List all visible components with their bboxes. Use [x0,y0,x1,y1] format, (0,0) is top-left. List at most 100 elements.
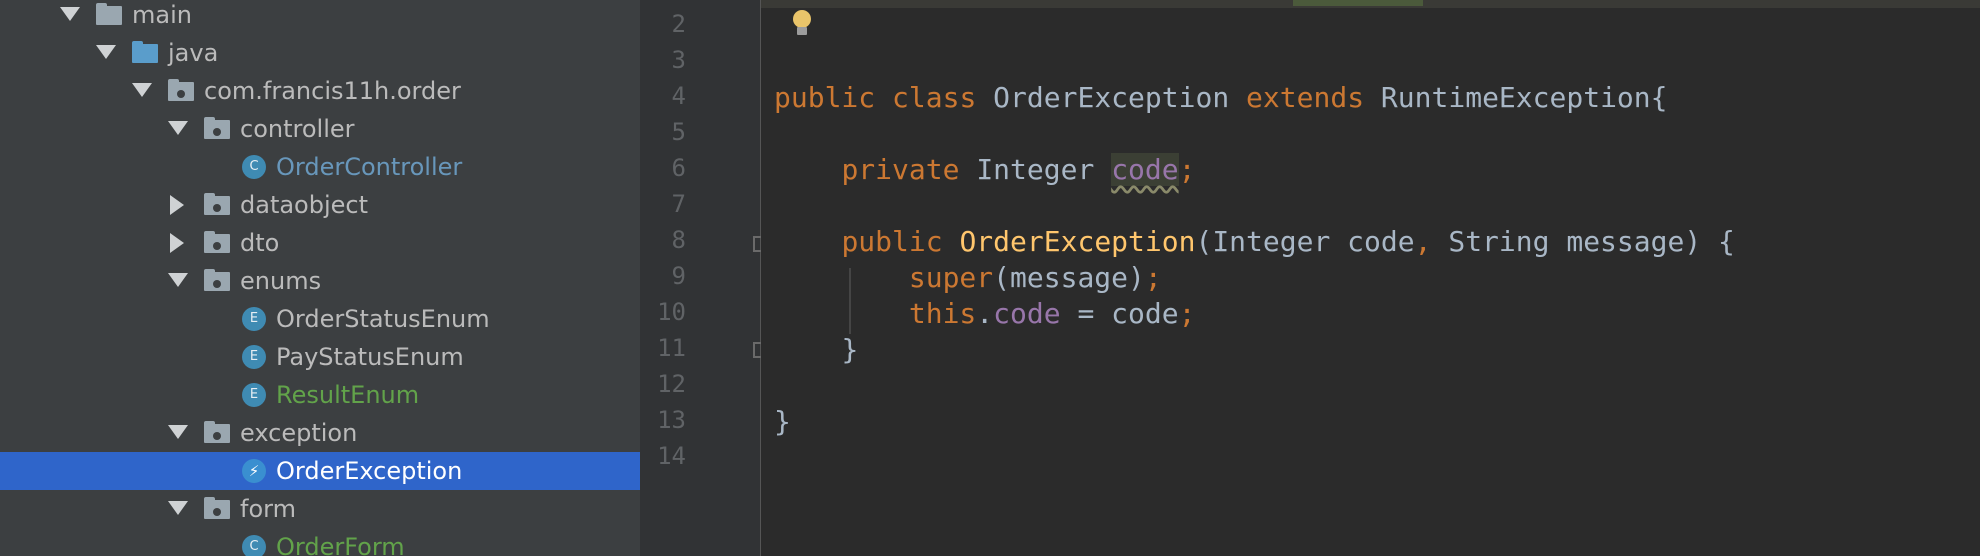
tree-item-ordercontroller[interactable]: C OrderController [0,148,640,186]
tree-item-controller[interactable]: controller [0,110,640,148]
tree-item-dataobject[interactable]: dataobject [0,186,640,224]
semicolon: ; [1144,261,1162,294]
tree-item-label: main [132,1,192,29]
tree-item-label: PayStatusEnum [276,343,464,371]
line-number: 5 [671,118,686,146]
keyword-public: public [774,81,876,114]
package-icon [204,231,232,255]
chevron-right-icon[interactable] [166,224,190,262]
code-line-11: } [774,332,858,368]
package-icon [204,421,232,445]
line-number: 8 [671,226,686,254]
tree-item-label: java [168,39,219,67]
tree-item-resultenum[interactable]: E ResultEnum [0,376,640,414]
line-number: 9 [671,262,686,290]
tree-item-label: OrderException [276,457,463,485]
tree-item-label: OrderStatusEnum [276,305,490,333]
keyword-extends: extends [1246,81,1365,114]
folder-icon [96,3,124,27]
constructor-name: OrderException [959,225,1196,258]
dot: . [976,297,994,330]
enum-icon: E [242,383,266,407]
package-icon [168,79,196,103]
closing-brace: } [841,333,859,366]
keyword-this: this [908,297,977,330]
code-line-9: super(message); [774,260,1162,296]
line-number: 12 [657,370,686,398]
previous-line-highlight [1293,0,1423,6]
chevron-down-icon[interactable] [166,490,190,528]
tree-item-label: OrderController [276,153,463,181]
enum-icon: E [242,345,266,369]
line-number: 7 [671,190,686,218]
tree-item-label: OrderForm [276,533,405,556]
tree-item-label: dto [240,229,280,257]
tree-item-paystatusenum[interactable]: E PayStatusEnum [0,338,640,376]
line-number: 4 [671,82,686,110]
chevron-down-icon[interactable] [58,0,82,34]
tree-item-package-root[interactable]: com.francis11h.order [0,72,640,110]
exception-class-icon: ⚡ [242,459,266,483]
chevron-down-icon[interactable] [166,110,190,148]
tree-item-label: form [240,495,296,523]
package-icon [204,497,232,521]
tree-item-orderform[interactable]: C OrderForm [0,528,640,556]
line-number: 2 [671,10,686,38]
tree-item-dto[interactable]: dto [0,224,640,262]
code-line-6: private Integer code; [774,152,1195,188]
tree-item-orderstatusenum[interactable]: E OrderStatusEnum [0,300,640,338]
project-tree: main java com.francis11h.order controlle… [0,0,640,556]
chevron-down-icon[interactable] [166,414,190,452]
tree-item-label: controller [240,115,355,143]
field-code: code [993,297,1061,330]
assignment: = code [1060,297,1179,330]
line-number: 11 [657,334,686,362]
tree-item-label: dataobject [240,191,369,219]
keyword-class: class [892,81,977,114]
package-icon [204,193,232,217]
semicolon: ; [1178,297,1196,330]
chevron-down-icon[interactable] [94,34,118,72]
keyword-private: private [841,153,960,186]
source-folder-icon [132,41,160,65]
line-number: 10 [657,298,686,326]
code-editor[interactable]: public class OrderException extends Runt… [761,0,1980,556]
tree-item-main[interactable]: main [0,0,640,34]
code-line-4: public class OrderException extends Runt… [774,80,1668,116]
keyword-public: public [841,225,943,258]
chevron-down-icon[interactable] [166,262,190,300]
superclass-name: RuntimeException{ [1380,81,1668,114]
params-part: String message) { [1431,225,1735,258]
enum-icon: E [242,307,266,331]
code-line-8: public OrderException(Integer code, Stri… [774,224,1735,260]
tree-item-label: ResultEnum [276,381,420,409]
class-icon: C [242,535,266,556]
type-name: Integer [976,153,1095,186]
line-number: 6 [671,154,686,182]
tree-item-orderexception[interactable]: ⚡ OrderException [0,452,640,490]
tree-item-java[interactable]: java [0,34,640,72]
code-line-10: this.code = code; [774,296,1196,332]
package-icon [204,117,232,141]
field-code[interactable]: code [1111,153,1179,186]
params-part: (Integer code [1195,225,1415,258]
tree-item-label: enums [240,267,322,295]
chevron-right-icon[interactable] [166,186,190,224]
tree-item-exception[interactable]: exception [0,414,640,452]
keyword-super: super [908,261,994,294]
line-number: 13 [657,406,686,434]
line-number: 3 [671,46,686,74]
semicolon: ; [1178,153,1196,186]
tree-item-label: com.francis11h.order [204,77,461,105]
class-name: OrderException [993,81,1230,114]
tree-item-label: exception [240,419,358,447]
call-args: (message) [993,261,1145,294]
closing-brace: } [774,405,791,438]
tree-item-enums[interactable]: enums [0,262,640,300]
tree-item-form[interactable]: form [0,490,640,528]
chevron-down-icon[interactable] [130,72,154,110]
comma: , [1414,225,1432,258]
package-icon [204,269,232,293]
class-icon: C [242,155,266,179]
lightbulb-icon[interactable] [791,10,813,40]
